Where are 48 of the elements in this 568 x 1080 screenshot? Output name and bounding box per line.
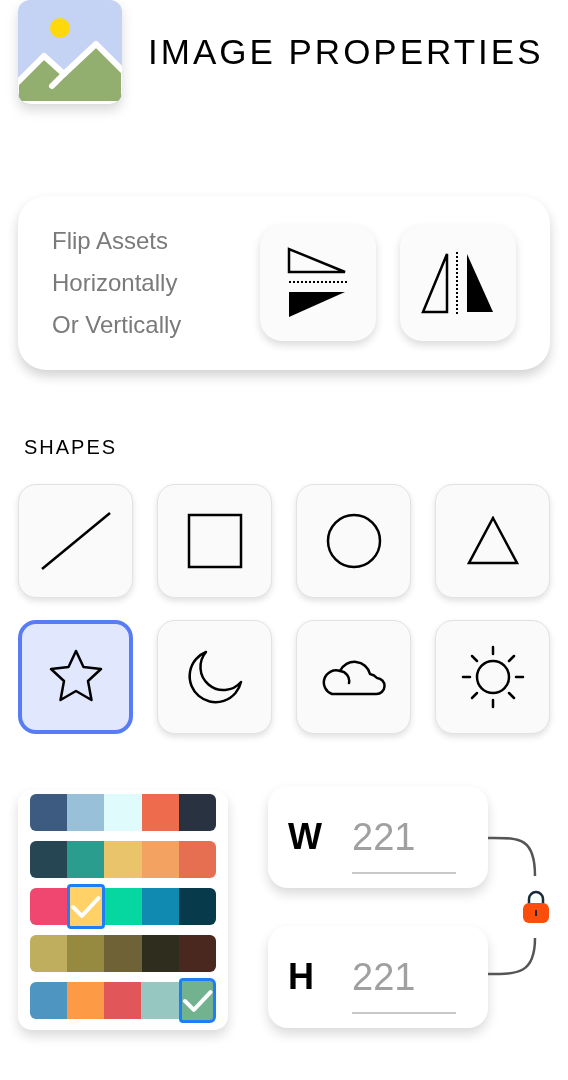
color-swatch[interactable] <box>178 978 216 1023</box>
color-swatch[interactable] <box>67 841 105 878</box>
color-swatch[interactable] <box>141 982 179 1019</box>
color-swatch[interactable] <box>104 982 142 1019</box>
circle-icon <box>324 512 383 570</box>
color-swatch[interactable] <box>30 982 68 1019</box>
color-swatch[interactable] <box>30 794 68 831</box>
color-swatch[interactable] <box>141 794 179 831</box>
color-swatch[interactable] <box>30 935 68 972</box>
dimension-value: 221 <box>352 808 456 874</box>
color-swatch[interactable] <box>104 794 142 831</box>
dimension-field[interactable]: W 221 <box>268 786 488 888</box>
shapes-label: SHAPES <box>24 435 119 460</box>
color-swatch[interactable] <box>67 794 105 831</box>
color-swatch[interactable] <box>178 841 216 878</box>
color-swatch[interactable] <box>67 935 105 972</box>
color-swatch[interactable] <box>141 841 179 878</box>
triangle-icon <box>466 516 519 566</box>
flip-button[interactable] <box>400 225 516 341</box>
line-icon <box>39 511 112 571</box>
lock-icon[interactable] <box>521 890 551 924</box>
dimension-field[interactable]: H 221 <box>268 926 488 1028</box>
dimension-label: W <box>288 815 323 859</box>
square-icon <box>186 513 243 569</box>
check-icon <box>181 988 213 1013</box>
color-swatch[interactable] <box>30 841 68 878</box>
color-swatch[interactable] <box>104 888 142 925</box>
flip-button[interactable] <box>260 225 376 341</box>
color-swatch[interactable] <box>141 935 179 972</box>
color-swatch[interactable] <box>67 982 105 1019</box>
color-swatch[interactable] <box>178 888 216 925</box>
flip-horizontal-icon <box>421 252 495 314</box>
color-swatch[interactable] <box>141 888 179 925</box>
flip-description: Flip Assets Horizontally Or Vertically <box>52 226 183 340</box>
check-icon <box>70 894 102 919</box>
moon-icon <box>185 649 244 705</box>
page-title: IMAGE PROPERTIES <box>148 30 544 73</box>
color-swatch[interactable] <box>104 841 142 878</box>
color-swatch[interactable] <box>30 888 68 925</box>
color-swatch[interactable] <box>178 794 216 831</box>
flip-vertical-icon <box>287 247 349 319</box>
dimension-value: 221 <box>352 948 456 1014</box>
color-swatch[interactable] <box>104 935 142 972</box>
dimension-label: H <box>288 955 315 999</box>
color-swatch[interactable] <box>178 935 216 972</box>
sun-icon <box>460 645 525 709</box>
shape-button[interactable] <box>18 620 133 734</box>
color-swatch[interactable] <box>67 884 105 929</box>
